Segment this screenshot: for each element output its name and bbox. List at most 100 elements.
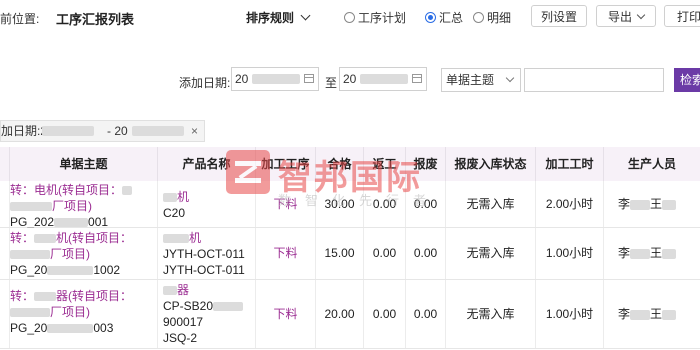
subject-code-suffix: 1002 (93, 263, 121, 277)
active-filter-tag: 加日期:20 - 20 × (0, 120, 205, 142)
subject-code-suffix: 001 (88, 215, 109, 229)
chevron-down-icon (505, 73, 515, 83)
subject-link[interactable]: 器(转自项目： (56, 289, 132, 303)
radio-circle-icon (473, 12, 484, 23)
scrap-status-cell: 无需入库 (446, 228, 536, 279)
redacted-block (163, 193, 177, 203)
rework-cell: 0.00 (364, 228, 406, 279)
chevron-down-icon (636, 10, 646, 20)
subject-select[interactable]: 单据主题 (441, 68, 521, 92)
redacted-block (54, 218, 89, 228)
product-model: JYTH-OCT-011 (163, 263, 245, 277)
calendar-icon[interactable] (412, 74, 422, 83)
subject-link-cont[interactable]: 厂项目) (52, 199, 92, 213)
product-model: 900017 (163, 315, 204, 329)
product-spec: C20 (163, 206, 186, 220)
subject-cell[interactable]: 转：电机(转自项目： 厂项目) PG_202 001 (10, 181, 158, 229)
redacted-block (662, 199, 677, 210)
top-toolbar: 前位置: 工序汇报列表 排序规则 工序计划 汇总 明细 列设置 导出 打印 (0, 0, 700, 35)
column-header-scrap[interactable]: 报废 (406, 147, 446, 181)
subject-link-cont[interactable]: 厂项目) (50, 247, 90, 261)
radio-label: 工序计划 (358, 11, 407, 25)
print-button[interactable]: 打印 (664, 5, 700, 27)
product-name[interactable]: 机 (177, 190, 189, 204)
sort-rule-label: 排序规则 (246, 11, 295, 25)
page-title: 工序汇报列表 (56, 12, 135, 27)
subject-cell[interactable]: 转： 器(转自项目： 厂项目) PG_20 003 (10, 280, 158, 348)
subject-code: PG_20 (10, 263, 48, 277)
redacted-block (630, 199, 651, 210)
radio-label: 汇总 (439, 11, 464, 25)
row-index-cell (0, 228, 10, 279)
people-cell: 李王 (604, 181, 700, 227)
person-name: 李 (618, 307, 631, 321)
redacted-block (252, 74, 300, 84)
product-name[interactable]: 机 (189, 231, 201, 245)
redacted-block (47, 324, 94, 334)
column-header-qualified[interactable]: 合格 (316, 147, 364, 181)
column-header-subject[interactable]: 单据主题 (10, 147, 158, 181)
subject-code: PG_202 (10, 215, 55, 229)
column-header-rework[interactable]: 返工 (364, 147, 406, 181)
column-header-index (0, 147, 10, 181)
people-cell: 李王 (604, 280, 700, 348)
redacted-block (163, 234, 189, 244)
subject-link-cont[interactable]: 厂项目) (50, 305, 90, 319)
date-from-input[interactable]: 20 (231, 67, 319, 91)
date-to-input[interactable]: 20 (339, 67, 427, 91)
person-name: 李 (618, 197, 631, 211)
search-input[interactable] (524, 68, 664, 92)
process-cell[interactable]: 下料 (256, 228, 316, 279)
scrap-cell: 0.00 (406, 181, 446, 227)
process-cell[interactable]: 下料 (256, 280, 316, 348)
subject-select-value: 单据主题 (446, 73, 495, 87)
search-button[interactable]: 检索 (674, 68, 700, 92)
subject-cell[interactable]: 转： 机(转自项目： 厂项目) PG_20 1002 (10, 228, 158, 279)
close-icon[interactable]: × (191, 121, 198, 141)
redacted-block (630, 309, 651, 320)
rework-cell: 0.00 (364, 181, 406, 227)
redacted-block (42, 126, 94, 136)
column-header-scrap-status[interactable]: 报废入库状态 (446, 147, 536, 181)
column-header-hours[interactable]: 加工工时 (536, 147, 604, 181)
table-header: 单据主题 产品名称 加工工序 合格 返工 报废 报废入库状态 加工工时 生产人员 (0, 147, 700, 182)
radio-detail[interactable]: 明细 (473, 9, 511, 26)
qualified-cell: 20.00 (316, 280, 364, 348)
scrap-status-cell: 无需入库 (446, 280, 536, 348)
subject-link[interactable]: 转：电机(转自项目： (10, 183, 122, 197)
date-from-value: 20 (235, 72, 249, 86)
export-button[interactable]: 导出 (596, 5, 656, 27)
subject-code-suffix: 003 (93, 321, 114, 335)
radio-process-plan[interactable]: 工序计划 (344, 9, 406, 26)
table-row: 转：电机(转自项目： 厂项目) PG_202 001 机 C20 下料 30.00… (0, 181, 700, 229)
radio-summary[interactable]: 汇总 (425, 9, 463, 26)
column-header-product[interactable]: 产品名称 (158, 147, 256, 181)
qualified-cell: 30.00 (316, 181, 364, 227)
date-to-label: 至 (325, 76, 338, 90)
redacted-block (10, 308, 50, 318)
redacted-block (34, 292, 57, 302)
subject-link[interactable]: 转： (10, 289, 34, 303)
calendar-icon[interactable] (304, 74, 314, 83)
location-label: 前位置: (0, 12, 40, 26)
redacted-block (630, 248, 651, 259)
people-cell: 李王 (604, 228, 700, 279)
sort-rule-dropdown[interactable]: 排序规则 (246, 9, 311, 26)
redacted-block (213, 302, 244, 312)
table-row: 转： 器(转自项目： 厂项目) PG_20 003 器 CP-SB20 900017… (0, 280, 700, 349)
redacted-block (132, 126, 184, 136)
subject-link[interactable]: 转： (10, 231, 34, 245)
row-index-cell (0, 280, 10, 348)
process-cell[interactable]: 下料 (256, 181, 316, 227)
scrap-status-cell: 无需入库 (446, 181, 536, 227)
date-to-value: 20 (343, 72, 357, 86)
column-settings-button[interactable]: 列设置 (531, 5, 587, 27)
subject-link[interactable]: 机(转自项目： (56, 231, 132, 245)
person-name: 王 (650, 197, 663, 211)
product-code: JSQ-2 (163, 331, 198, 345)
hours-cell: 2.00小时 (536, 181, 604, 227)
column-header-process[interactable]: 加工工序 (256, 147, 316, 181)
column-header-people[interactable]: 生产人员 (604, 147, 700, 181)
product-name[interactable]: 器 (177, 283, 189, 297)
filter-panel: 添加日期: 20 至 20 单据主题 检索 (0, 34, 700, 116)
